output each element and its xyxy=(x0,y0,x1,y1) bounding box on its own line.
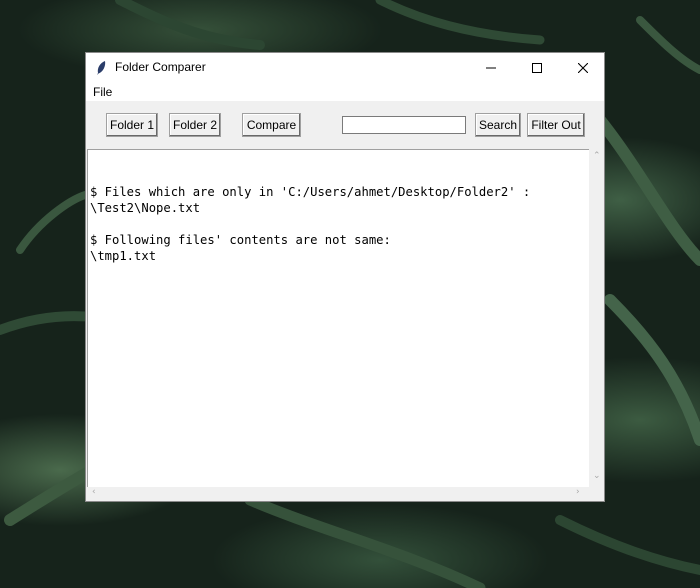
menu-file[interactable]: File xyxy=(93,85,112,99)
filter-out-button[interactable]: Filter Out xyxy=(527,113,585,137)
scroll-left-icon[interactable]: ‹ xyxy=(92,487,96,497)
window-title: Folder Comparer xyxy=(115,60,206,74)
scroll-right-icon[interactable]: › xyxy=(576,487,580,497)
toolbar: Folder 1 Folder 2 Compare Search Filter … xyxy=(86,101,604,149)
search-button[interactable]: Search xyxy=(475,113,521,137)
maximize-icon xyxy=(532,63,542,73)
compare-button[interactable]: Compare xyxy=(242,113,301,137)
output-line: \Test2\Nope.txt xyxy=(90,201,201,215)
folder2-button[interactable]: Folder 2 xyxy=(169,113,221,137)
maximize-button[interactable] xyxy=(514,53,560,83)
output-line: \tmp1.txt xyxy=(90,249,157,263)
output-text-area[interactable]: $ Files which are only in 'C:/Users/ahme… xyxy=(87,149,589,487)
folder1-button[interactable]: Folder 1 xyxy=(106,113,158,137)
close-button[interactable] xyxy=(560,53,606,83)
close-icon xyxy=(578,63,588,73)
feather-icon xyxy=(97,61,106,75)
menu-bar: File xyxy=(86,83,604,101)
title-bar[interactable]: Folder Comparer xyxy=(86,53,604,83)
scroll-down-icon[interactable]: ⌄ xyxy=(593,471,601,481)
scrollbar-corner xyxy=(589,487,604,501)
output-line: $ Files which are only in 'C:/Users/ahme… xyxy=(90,185,531,199)
search-input[interactable] xyxy=(342,116,466,134)
minimize-button[interactable] xyxy=(468,53,514,83)
output-text: $ Files which are only in 'C:/Users/ahme… xyxy=(90,168,530,264)
folder-comparer-window: Folder Comparer File Folder 1 Folder 2 C… xyxy=(85,52,605,502)
output-line: $ Following files' contents are not same… xyxy=(90,233,391,247)
scroll-up-icon[interactable]: ⌃ xyxy=(593,151,601,161)
minimize-icon xyxy=(486,67,496,69)
horizontal-scrollbar[interactable]: ‹ › xyxy=(87,487,589,501)
vertical-scrollbar[interactable]: ⌃ ⌄ xyxy=(589,149,604,487)
